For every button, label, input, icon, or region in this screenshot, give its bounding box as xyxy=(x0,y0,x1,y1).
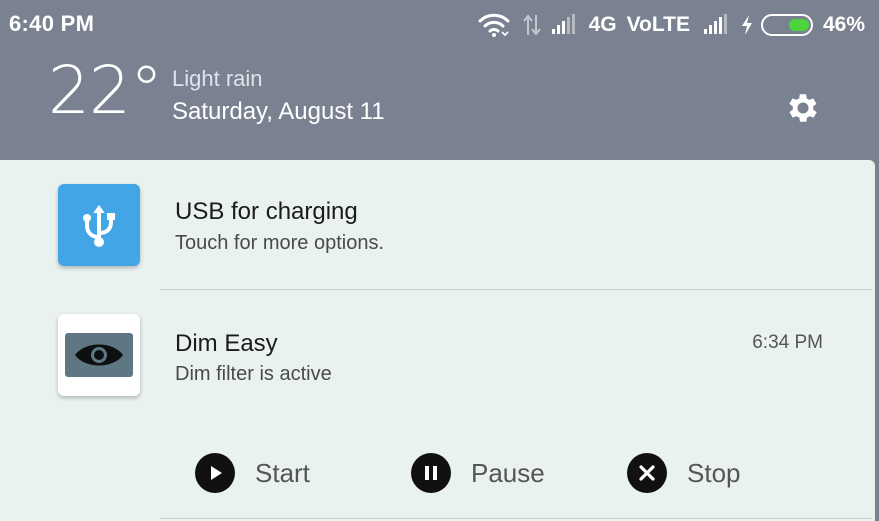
status-bar: 6:40 PM 4G VoLTE 46% xyxy=(0,0,879,50)
close-icon xyxy=(627,453,667,493)
notification-shade-header: 6:40 PM 4G VoLTE 46% 22° Light rain Satu… xyxy=(0,0,879,160)
signal-icon xyxy=(703,14,727,34)
notification-actions: Start Pause Stop xyxy=(0,448,875,498)
notification-title: USB for charging xyxy=(175,198,358,225)
notification-panel: USB for charging Touch for more options.… xyxy=(0,160,875,521)
stop-label: Stop xyxy=(687,457,741,488)
notification-usb[interactable]: USB for charging Touch for more options. xyxy=(0,160,875,290)
start-button[interactable]: Start xyxy=(195,448,310,498)
stop-button[interactable]: Stop xyxy=(627,448,741,498)
weather-condition: Light rain xyxy=(172,66,263,91)
volte-label: VoLTE xyxy=(626,13,690,36)
pause-icon xyxy=(411,453,451,493)
notification-title: Dim Easy xyxy=(175,330,278,357)
notification-subtitle: Dim filter is active xyxy=(175,363,332,385)
eye-icon xyxy=(65,333,133,377)
wifi-icon xyxy=(478,12,510,38)
notification-subtitle: Touch for more options. xyxy=(175,232,384,254)
status-icons: 4G VoLTE 46% xyxy=(478,10,865,40)
play-icon xyxy=(195,453,235,493)
battery-fill xyxy=(788,19,809,31)
status-time: 6:40 PM xyxy=(9,11,95,36)
signal-icon xyxy=(551,14,575,34)
pause-button[interactable]: Pause xyxy=(411,448,545,498)
notification-dim-easy[interactable]: Dim Easy Dim filter is active 6:34 PM St… xyxy=(0,290,875,521)
settings-button[interactable] xyxy=(782,87,824,129)
notification-time: 6:34 PM xyxy=(752,332,823,353)
divider xyxy=(160,518,872,519)
gear-icon xyxy=(789,94,817,122)
network-type-label: 4G xyxy=(588,13,617,36)
battery-percent: 46% xyxy=(822,13,865,36)
pause-label: Pause xyxy=(471,457,545,488)
charging-bolt-icon xyxy=(741,15,753,35)
battery-icon xyxy=(760,14,813,36)
dim-easy-app-icon xyxy=(58,314,140,396)
usb-app-icon xyxy=(58,184,140,266)
data-arrows-icon xyxy=(522,13,542,37)
usb-icon xyxy=(83,205,115,247)
weather-date: Saturday, August 11 xyxy=(172,98,385,125)
start-label: Start xyxy=(255,457,310,488)
weather-temperature[interactable]: 22° xyxy=(48,58,163,124)
